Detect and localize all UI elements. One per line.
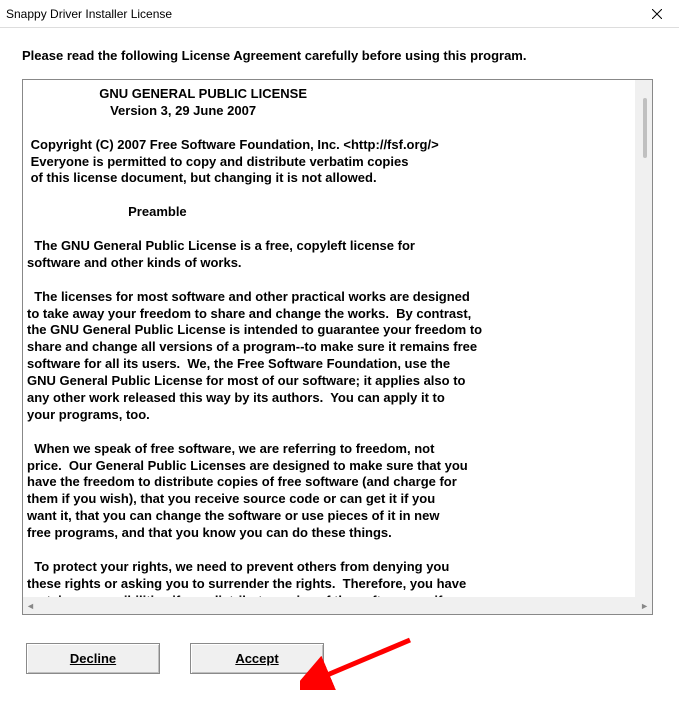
accept-button[interactable]: Accept [190,643,324,674]
horizontal-scrollbar[interactable]: ◄ ► [23,597,652,614]
vertical-scrollbar[interactable] [635,80,652,597]
window-title: Snappy Driver Installer License [6,7,172,21]
instruction-text: Please read the following License Agreem… [22,48,657,63]
dialog-content: Please read the following License Agreem… [0,28,679,690]
license-text: GNU GENERAL PUBLIC LICENSE Version 3, 29… [23,80,652,615]
button-row: Decline Accept [22,643,657,674]
decline-button[interactable]: Decline [26,643,160,674]
close-icon [652,9,662,19]
scroll-right-icon: ► [640,601,649,611]
license-textbox[interactable]: GNU GENERAL PUBLIC LICENSE Version 3, 29… [22,79,653,615]
scroll-left-icon: ◄ [26,601,35,611]
close-button[interactable] [635,0,679,28]
titlebar: Snappy Driver Installer License [0,0,679,28]
